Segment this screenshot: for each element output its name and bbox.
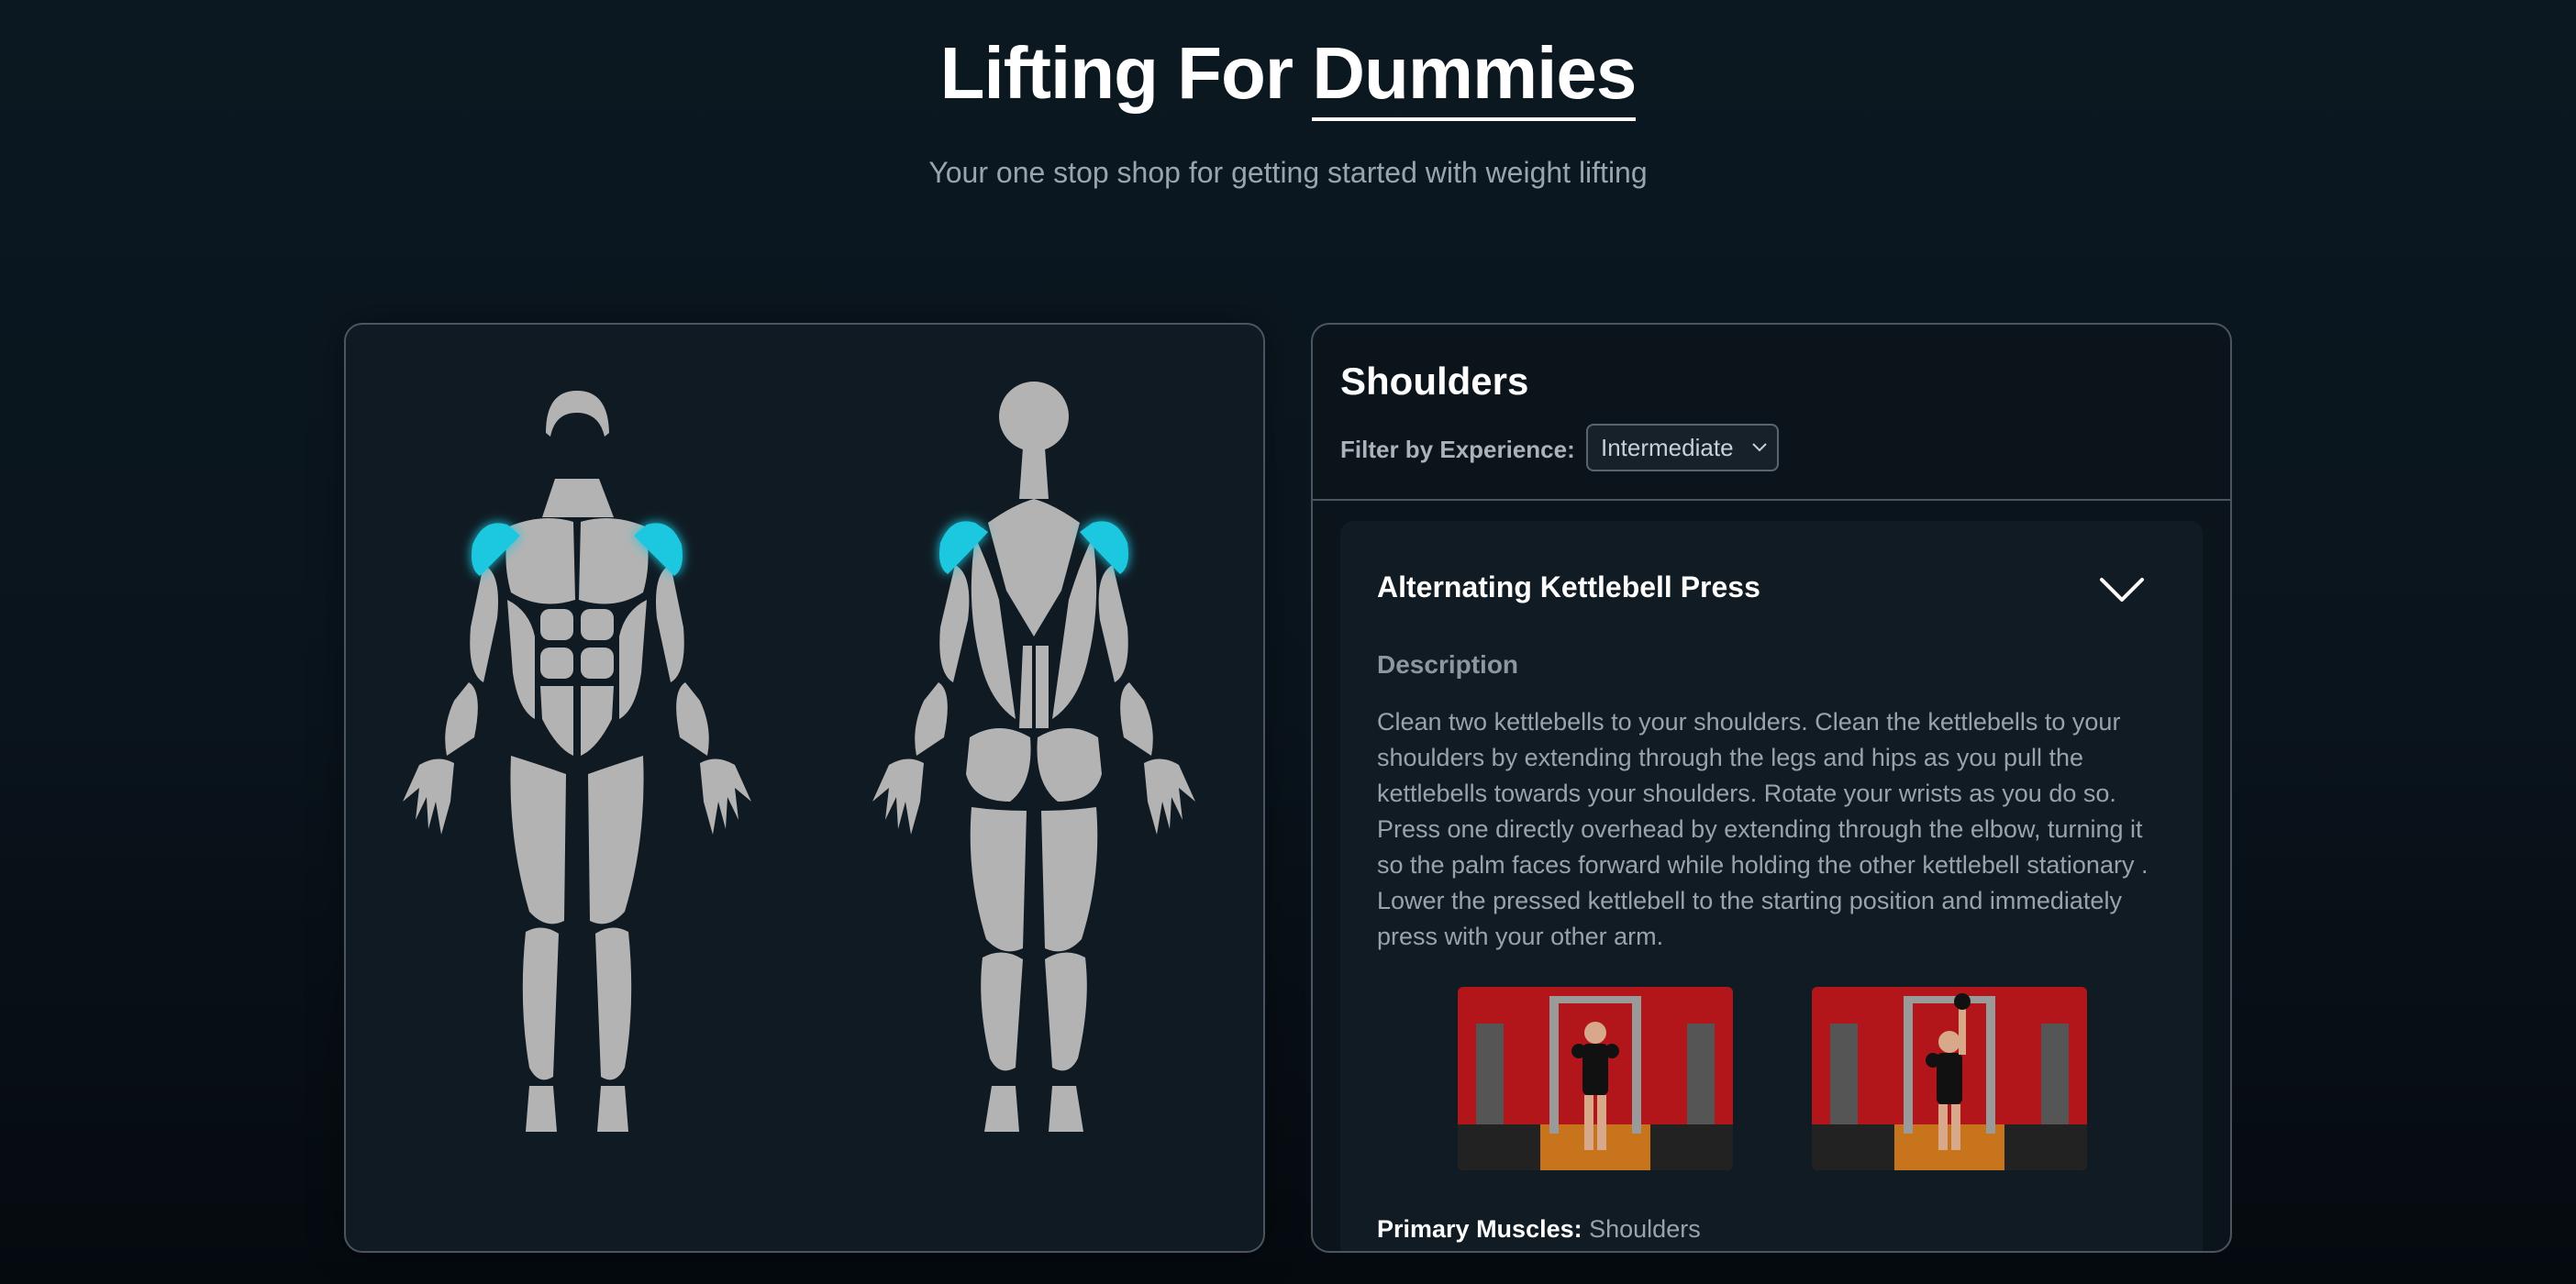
front-ab <box>581 609 614 640</box>
back-tricep-left <box>939 565 970 682</box>
back-calf-left <box>981 952 1023 1071</box>
back-forearm-right <box>1120 682 1153 756</box>
front-ab <box>540 648 573 679</box>
filter-selected-value: Intermediate <box>1601 434 1734 461</box>
page-title: Lifting For Dummies <box>0 28 2576 121</box>
front-foot-left <box>526 1086 557 1132</box>
front-ab <box>581 686 614 756</box>
front-shoulders-highlight[interactable] <box>472 523 683 576</box>
body-map-panel <box>344 323 1265 1253</box>
front-chest-left <box>505 518 575 604</box>
back-traps <box>988 499 1080 636</box>
filter-label: Filter by Experience: <box>1340 436 1575 463</box>
primary-muscles: Primary Muscles: Shoulders <box>1377 1211 1701 1247</box>
back-neck <box>1019 448 1049 499</box>
front-bicep-right <box>656 565 684 682</box>
back-glute-right <box>1037 728 1102 802</box>
front-oblique-right <box>619 600 647 719</box>
front-ab <box>540 686 573 756</box>
muscle-title: Shoulders <box>1340 360 1529 403</box>
front-thigh-right <box>588 756 644 924</box>
front-hand-right <box>700 758 751 835</box>
back-head <box>999 382 1069 451</box>
description-text: Clean two kettlebells to your shoulders.… <box>1377 708 2149 950</box>
exercise-photo-press <box>1812 987 2087 1170</box>
front-head <box>546 391 609 437</box>
exercise-card: Alternating Kettlebell Press Description… <box>1340 521 2203 1251</box>
exercise-name[interactable]: Alternating Kettlebell Press <box>1377 567 1760 607</box>
front-thigh-left <box>510 756 566 924</box>
body-map-figures <box>403 382 1195 1132</box>
title-prefix: Lifting For <box>939 32 1313 114</box>
back-spine-right <box>1036 646 1049 728</box>
front-neck <box>542 479 614 517</box>
back-hamstring-left <box>970 807 1027 952</box>
exercise-photo-start <box>1458 987 1733 1170</box>
back-hand-right <box>1144 758 1195 835</box>
back-forearm-left <box>915 682 948 756</box>
back-foot-right <box>1049 1086 1083 1132</box>
page-subtitle: Your one stop shop for getting started w… <box>928 156 1648 189</box>
front-forearm-left <box>445 682 478 756</box>
primary-muscles-value: Shoulders <box>1589 1215 1701 1243</box>
front-chest-right <box>579 518 649 604</box>
front-calf-left <box>522 927 559 1080</box>
front-body-figure[interactable] <box>403 391 751 1132</box>
front-hand-left <box>403 758 454 835</box>
chevron-down-icon[interactable] <box>2098 570 2146 607</box>
back-hand-left <box>872 758 924 835</box>
back-body-figure[interactable] <box>872 382 1195 1132</box>
front-foot-right <box>597 1086 628 1132</box>
back-tricep-right <box>1098 565 1128 682</box>
back-glute-left <box>966 728 1031 802</box>
back-calf-right <box>1045 952 1087 1071</box>
experience-filter-select[interactable]: Intermediate <box>1586 424 1779 471</box>
detail-header: Shoulders Filter by Experience: Intermed… <box>1313 325 2230 501</box>
back-spine-left <box>1019 646 1032 728</box>
front-forearm-right <box>676 682 709 756</box>
front-oblique-left <box>507 600 535 719</box>
front-calf-right <box>595 927 632 1080</box>
front-ab <box>540 609 573 640</box>
exercise-detail-panel: Shoulders Filter by Experience: Intermed… <box>1311 323 2232 1253</box>
chevron-down-icon <box>1752 443 1767 452</box>
description-heading: Description <box>1377 650 1519 679</box>
back-foot-left <box>984 1086 1019 1132</box>
back-hamstring-right <box>1041 807 1098 952</box>
front-ab <box>581 648 614 679</box>
primary-muscles-label: Primary Muscles: <box>1377 1215 1582 1243</box>
title-emphasis: Dummies <box>1312 32 1637 121</box>
front-bicep-left <box>470 565 498 682</box>
